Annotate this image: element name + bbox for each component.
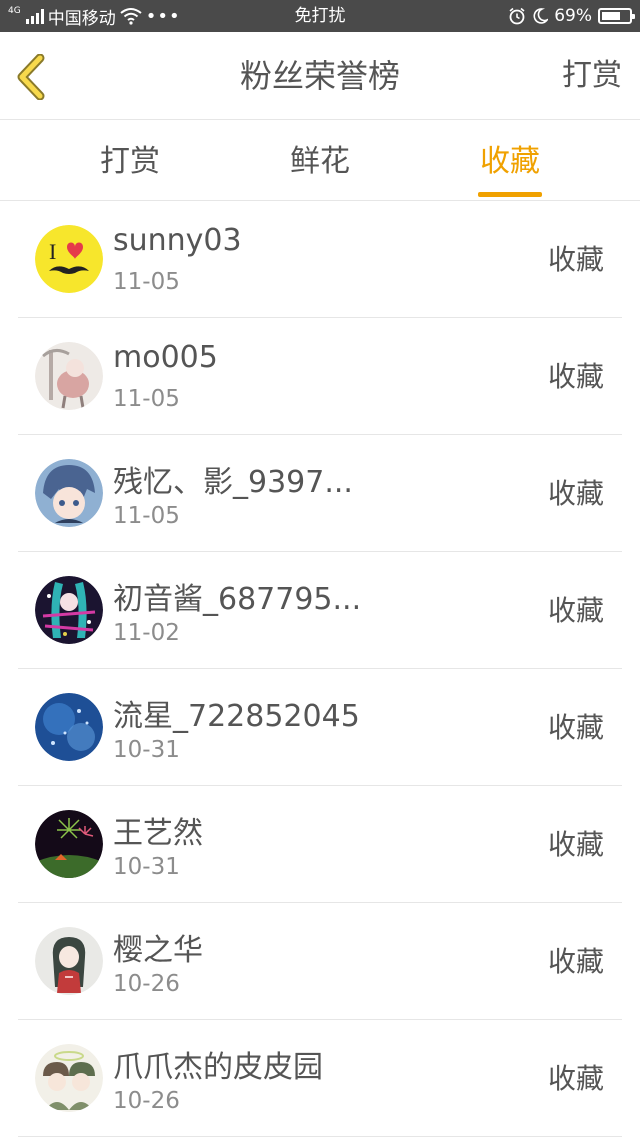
tab-flowers[interactable]: 鲜花 xyxy=(290,121,350,201)
moon-icon xyxy=(533,8,549,24)
tab-reward[interactable]: 打赏 xyxy=(100,121,160,201)
list-item[interactable]: 王艺然 10-31 收藏 xyxy=(18,786,622,903)
avatar xyxy=(35,459,103,527)
fan-name: 王艺然 xyxy=(113,816,203,851)
list-item[interactable]: 流星_722852045 10-31 收藏 xyxy=(18,669,622,786)
battery-fill xyxy=(602,12,620,20)
fan-action: 收藏 xyxy=(547,477,604,510)
fan-date: 10-26 xyxy=(113,971,180,997)
status-right: 69% xyxy=(508,0,635,32)
avatar xyxy=(35,693,103,761)
list-item[interactable]: 初音酱_687795... 11-02 收藏 xyxy=(18,552,622,669)
fan-action: 收藏 xyxy=(547,828,604,861)
fan-date: 10-31 xyxy=(113,737,180,763)
fan-name: 樱之华 xyxy=(113,933,203,968)
list-item[interactable]: mo005 11-05 收藏 xyxy=(18,318,622,435)
avatar xyxy=(35,810,103,878)
fan-name: mo005 xyxy=(113,340,218,375)
avatar xyxy=(35,576,103,644)
fan-date: 11-02 xyxy=(113,620,180,646)
app-header: 粉丝荣誉榜 打赏 xyxy=(0,32,640,120)
active-tab-indicator xyxy=(478,192,542,197)
fan-name: 初音酱_687795... xyxy=(113,582,362,617)
tab-favorites[interactable]: 收藏 xyxy=(478,121,542,201)
fan-action: 收藏 xyxy=(547,945,604,978)
tab-label: 打赏 xyxy=(100,144,160,179)
battery-icon xyxy=(598,8,635,24)
fan-date: 11-05 xyxy=(113,269,180,295)
alarm-icon xyxy=(509,7,525,25)
back-button[interactable] xyxy=(10,53,56,101)
avatar xyxy=(35,1044,103,1112)
fan-name: sunny03 xyxy=(113,223,242,258)
fan-action: 收藏 xyxy=(547,1062,604,1095)
avatar xyxy=(35,342,103,410)
chevron-left-icon xyxy=(17,53,45,101)
fan-action: 收藏 xyxy=(547,243,604,276)
fan-date: 11-05 xyxy=(113,386,180,412)
list-item[interactable]: 爪爪杰的皮皮园 10-26 收藏 xyxy=(18,1020,622,1137)
avatar xyxy=(35,927,103,995)
fan-action: 收藏 xyxy=(547,594,604,627)
avatar: I xyxy=(35,225,103,293)
fan-date: 10-26 xyxy=(113,1088,180,1114)
tab-bar: 打赏 鲜花 收藏 xyxy=(0,121,640,201)
fan-action: 收藏 xyxy=(547,711,604,744)
status-bar: 4G 中国移动 ••• 免打扰 69% xyxy=(0,0,640,32)
battery-percent: 69% xyxy=(554,6,592,26)
fan-date: 10-31 xyxy=(113,854,180,880)
reward-button[interactable]: 打赏 xyxy=(562,32,622,120)
fan-action: 收藏 xyxy=(547,360,604,393)
list-item[interactable]: I sunny03 11-05 收藏 xyxy=(18,201,622,318)
list-item[interactable]: 樱之华 10-26 收藏 xyxy=(18,903,622,1020)
list-item[interactable]: 残忆、影_9397... 11-05 收藏 xyxy=(18,435,622,552)
fan-date: 11-05 xyxy=(113,503,180,529)
fan-list: I sunny03 11-05 收藏 mo005 11-05 收藏 残忆、影_9… xyxy=(18,201,622,1137)
tab-label: 收藏 xyxy=(480,144,540,179)
fan-name: 残忆、影_9397... xyxy=(113,465,353,500)
page-title: 粉丝荣誉榜 xyxy=(239,57,400,95)
fan-name: 流星_722852045 xyxy=(113,699,360,734)
svg-text:I: I xyxy=(49,239,56,264)
fan-name: 爪爪杰的皮皮园 xyxy=(113,1050,323,1085)
tab-label: 鲜花 xyxy=(290,144,350,179)
